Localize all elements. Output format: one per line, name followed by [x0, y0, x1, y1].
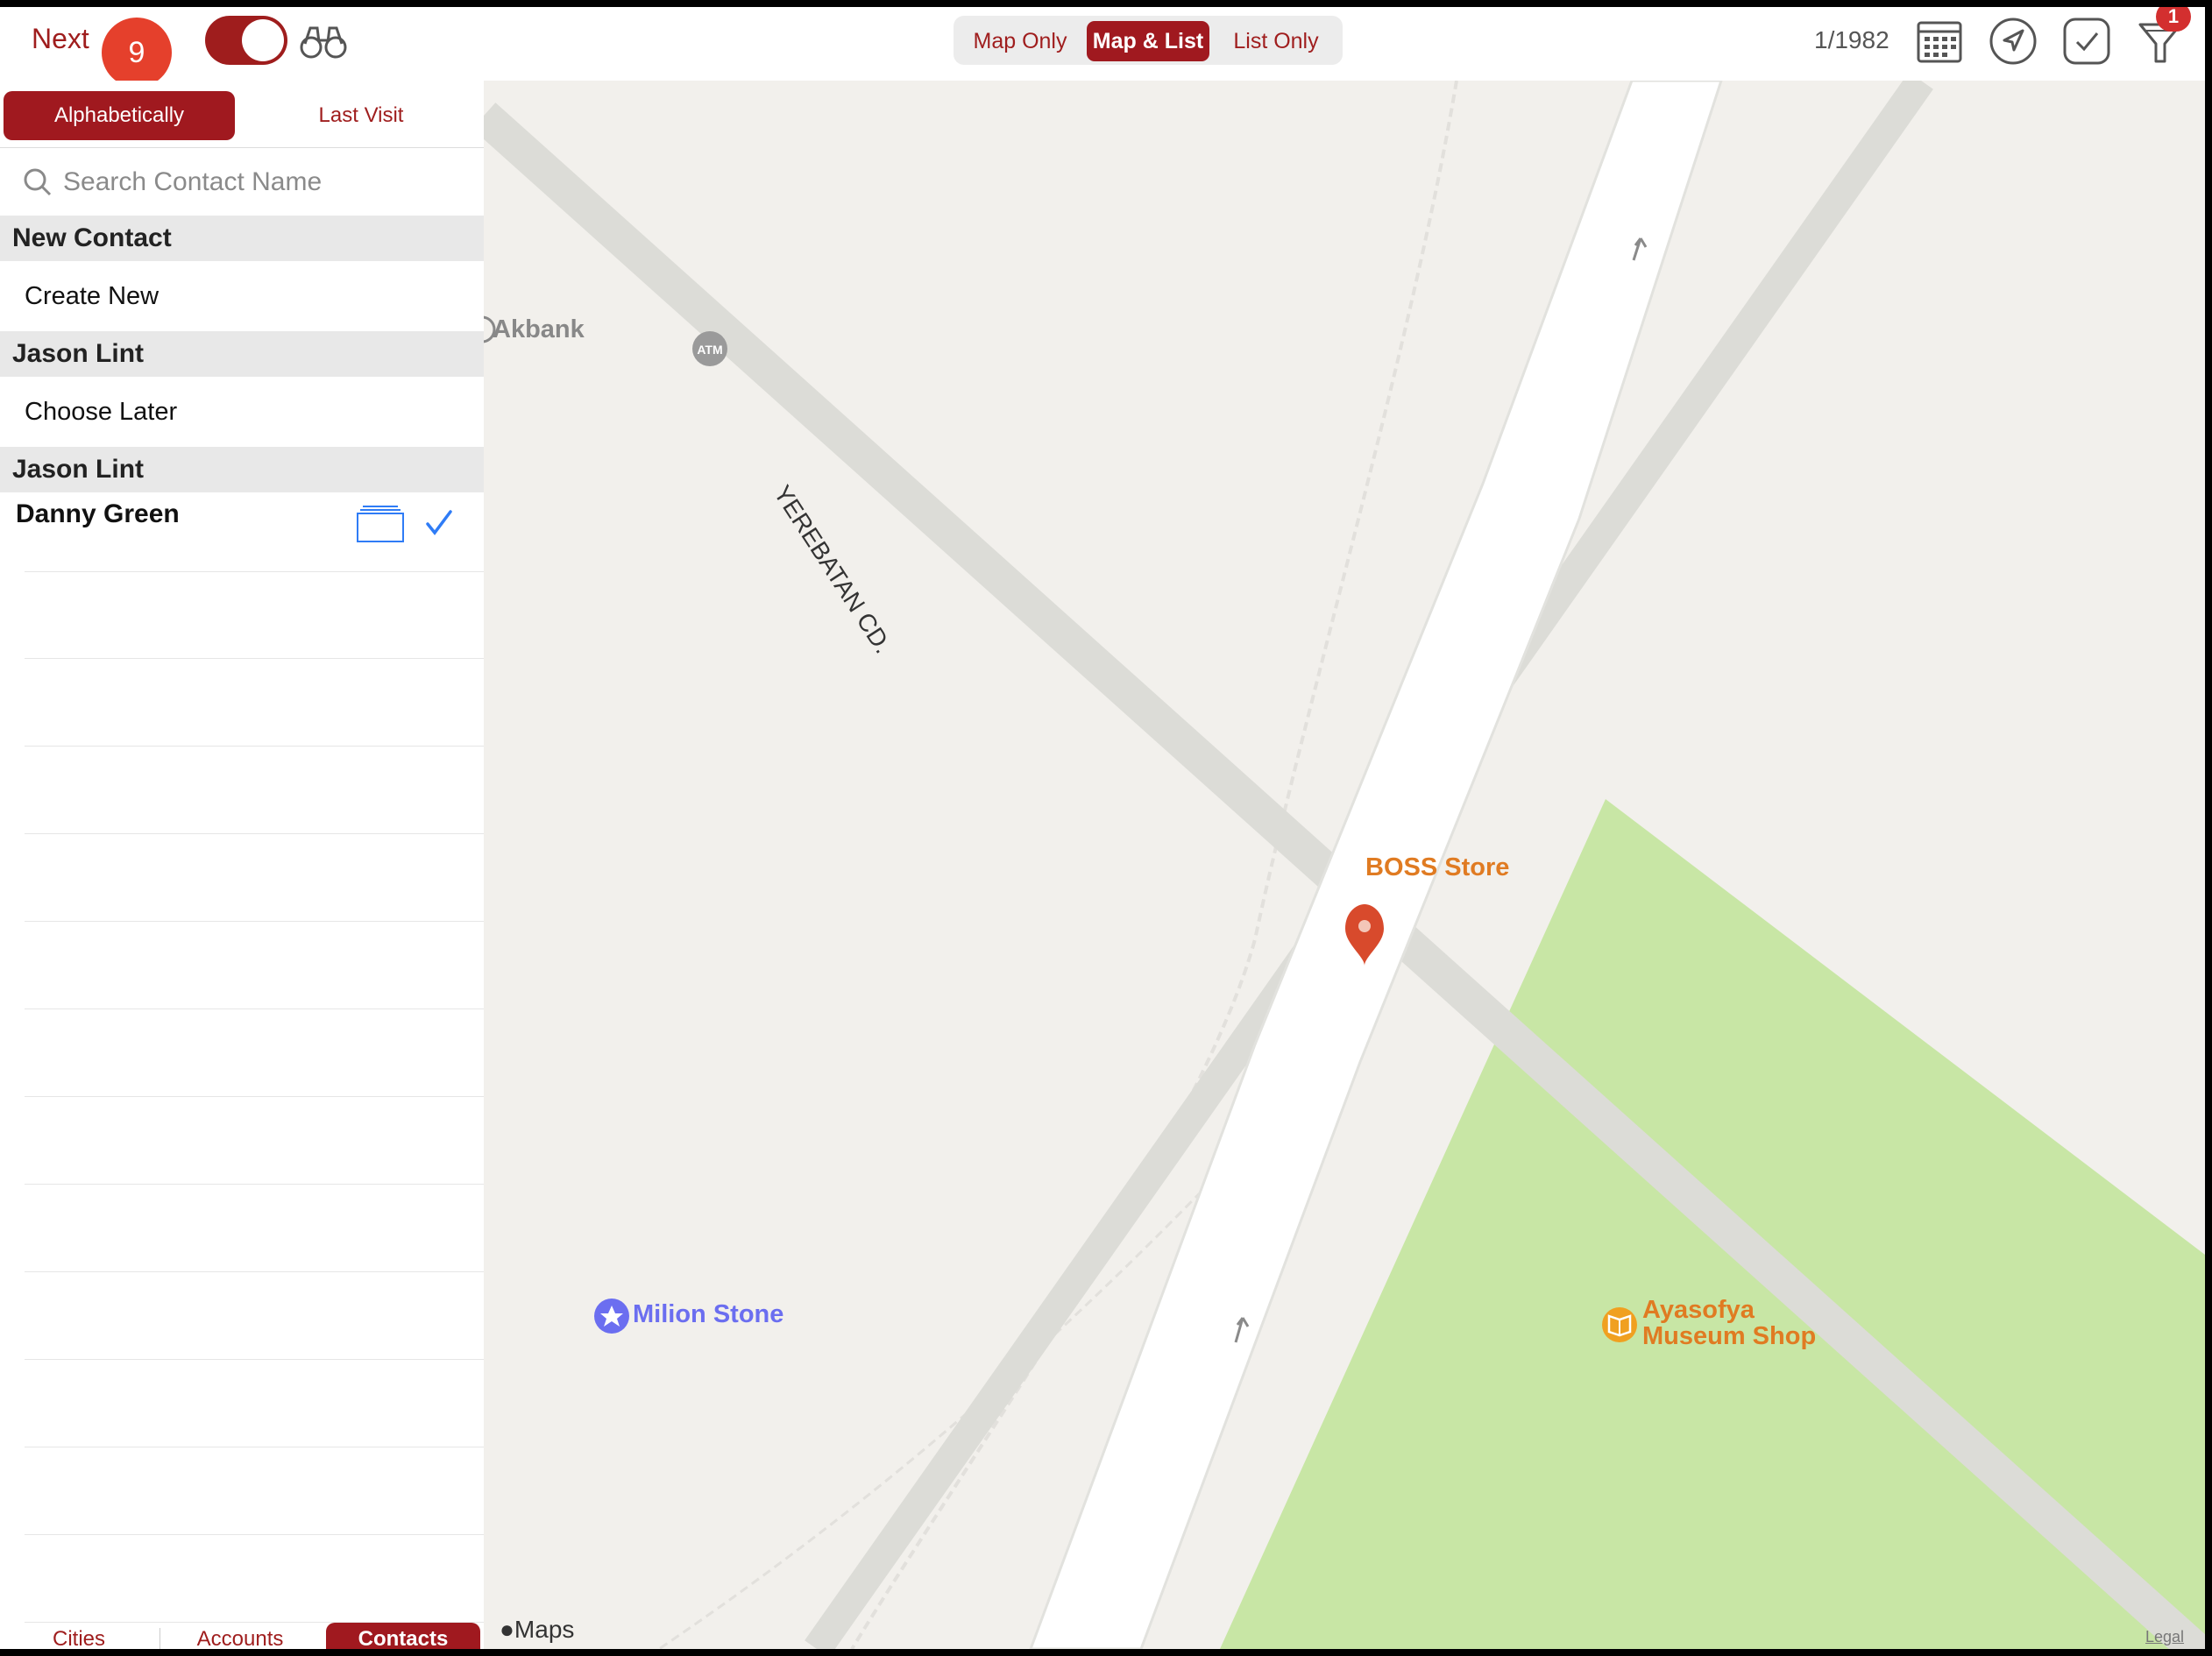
- boss-store-label[interactable]: BOSS Store: [1365, 853, 1509, 882]
- empty-list-row: [25, 1185, 484, 1272]
- create-new-item[interactable]: Create New: [0, 261, 484, 331]
- search-bar: [0, 147, 484, 217]
- location-arrow-icon[interactable]: [1988, 16, 2038, 67]
- record-counter: 1/1982: [1814, 26, 1889, 53]
- view-map-only-button[interactable]: Map Only: [959, 21, 1081, 61]
- contacts-sidebar: Alphabetically Last Visit New Contact Cr…: [0, 81, 485, 1649]
- ayasofya-label-line1: Ayasofya: [1642, 1296, 1755, 1324]
- filter-count-badge: 1: [2156, 7, 2191, 32]
- choose-later-item[interactable]: Choose Later: [0, 377, 484, 447]
- apple-icon: ●: [500, 1616, 514, 1643]
- section-header-new-contact: New Contact: [0, 216, 484, 261]
- list-divider: [25, 485, 484, 572]
- calendar-icon[interactable]: [1914, 16, 1965, 67]
- view-mode-segmented-control: Map Only Map & List List Only: [954, 16, 1343, 65]
- street-label: YEREBATAN CD.: [769, 480, 897, 658]
- empty-list-row: [25, 1360, 484, 1447]
- search-contact-input[interactable]: [61, 160, 468, 204]
- apple-maps-logo: ●Maps: [500, 1616, 574, 1644]
- checkmark-icon[interactable]: [2061, 16, 2112, 67]
- milion-stone-label[interactable]: Milion Stone: [633, 1300, 783, 1329]
- empty-list-row: [25, 834, 484, 922]
- view-list-only-button[interactable]: List Only: [1215, 21, 1337, 61]
- map-canvas: ATM YEREBATAN CD.: [484, 81, 2205, 1649]
- next-count-badge: 9: [102, 18, 172, 88]
- empty-list-row: [25, 1009, 484, 1097]
- legal-link[interactable]: Legal: [2145, 1628, 2184, 1646]
- binoculars-icon[interactable]: [298, 21, 349, 63]
- sort-last-visit-tab[interactable]: Last Visit: [245, 91, 477, 140]
- empty-list-row: [25, 1447, 484, 1535]
- top-toolbar: Next 9 Map Only Map & List List Only 1/1…: [0, 7, 2205, 88]
- view-map-and-list-button[interactable]: Map & List: [1087, 21, 1209, 61]
- empty-list-row: [25, 1097, 484, 1185]
- empty-list-row: [25, 659, 484, 747]
- maps-brand: Maps: [514, 1616, 575, 1643]
- bottom-tab-bar: Cities Accounts Contacts: [0, 1623, 484, 1649]
- empty-list-row: [25, 922, 484, 1009]
- sort-alphabetically-tab[interactable]: Alphabetically: [4, 91, 235, 140]
- tab-contacts[interactable]: Contacts: [326, 1623, 480, 1649]
- empty-list-row: [25, 1535, 484, 1623]
- section-header-jason-lint: Jason Lint: [0, 331, 484, 377]
- app-window: Next 9 Map Only Map & List List Only 1/1…: [0, 7, 2205, 1649]
- empty-list-row: [25, 571, 484, 659]
- tab-cities[interactable]: Cities: [0, 1623, 158, 1649]
- map-mode-toggle[interactable]: [205, 16, 287, 65]
- ayasofya-museum-shop-label[interactable]: Ayasofya Museum Shop: [1642, 1297, 1816, 1349]
- toggle-knob: [242, 19, 284, 61]
- search-icon: [24, 168, 52, 196]
- empty-list-row: [25, 1272, 484, 1360]
- atm-label: ATM: [697, 343, 722, 357]
- next-button[interactable]: Next: [32, 23, 89, 55]
- empty-list-row: [25, 747, 484, 834]
- tab-accounts[interactable]: Accounts: [161, 1623, 319, 1649]
- ayasofya-label-line2: Museum Shop: [1642, 1322, 1817, 1350]
- akbank-label[interactable]: Akbank: [493, 315, 585, 344]
- map-view[interactable]: ATM YEREBATAN CD. Akbank BOSS Store Mili…: [484, 81, 2205, 1649]
